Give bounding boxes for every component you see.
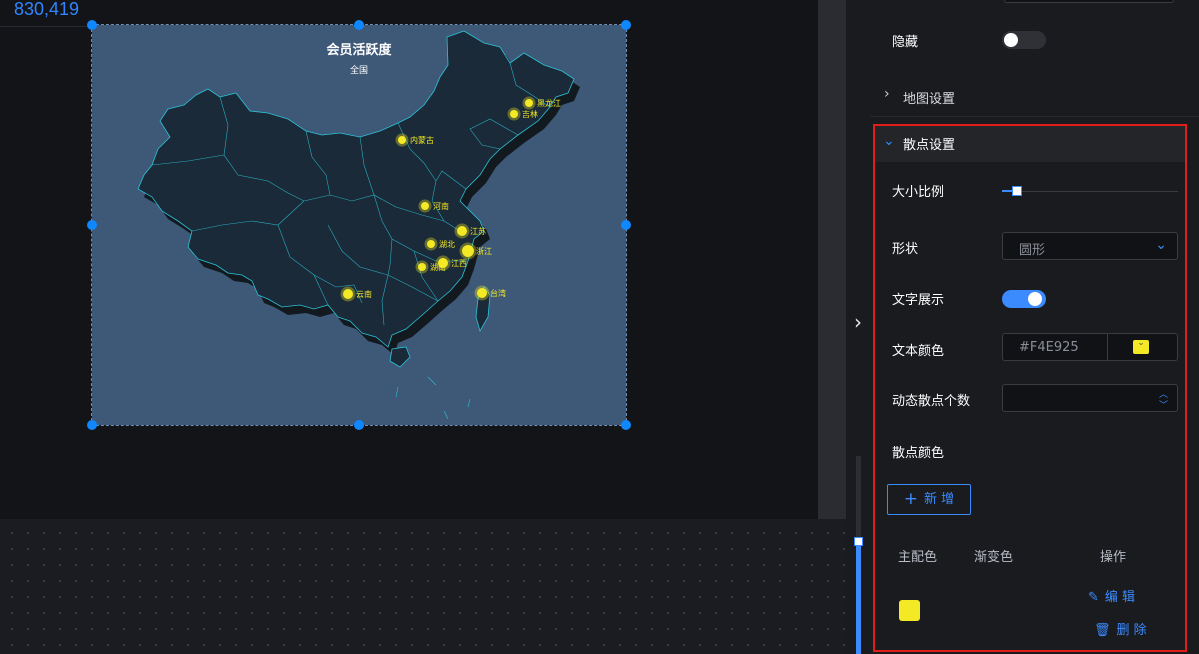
scatter-point[interactable] — [427, 240, 435, 248]
scatter-point-label: 江西 — [451, 259, 467, 268]
scatter-point-label: 湖北 — [439, 240, 455, 249]
scatter-point-label: 河南 — [433, 201, 449, 211]
zoom-slider-fill — [856, 546, 861, 654]
stage-scroll-gutter — [818, 0, 846, 519]
scatter-point[interactable] — [457, 226, 467, 236]
top-input-field[interactable] — [1004, 0, 1174, 3]
map-subtitle: 全国 — [349, 66, 368, 76]
chevron-right-icon: › — [884, 86, 890, 102]
china-map: 黑龙江吉林内蒙古河南江苏湖北浙江湖南 江西云南 台湾 — [137, 30, 580, 420]
scatter-point[interactable] — [343, 289, 353, 299]
scatter-point[interactable] — [418, 263, 426, 271]
highlight-box — [873, 124, 1187, 652]
scatter-point-label: 江苏 — [470, 226, 486, 236]
scatter-point[interactable] — [438, 258, 448, 268]
chevron-right-icon[interactable]: › — [846, 310, 870, 334]
resize-handle-bottom-right[interactable] — [621, 420, 631, 430]
hidden-toggle[interactable] — [1002, 31, 1046, 49]
scatter-point-label: 吉林 — [522, 109, 538, 119]
scatter-point[interactable] — [525, 99, 533, 107]
resize-handle-bottom-left[interactable] — [87, 420, 97, 430]
scatter-point-label: 浙江 — [476, 246, 492, 256]
scatter-point[interactable] — [421, 202, 429, 210]
scatter-point-label: 内蒙古 — [410, 135, 434, 145]
canvas-area: 830,419 黑龙江 吉林 内蒙古 河南 江苏 湖北 浙江 湖南 江西 云南 … — [0, 0, 846, 654]
scatter-point-label: 云南 — [356, 289, 372, 299]
canvas-dot-grid — [0, 519, 846, 654]
scatter-point-label: 台湾 — [490, 288, 506, 298]
map-widget[interactable]: 黑龙江 吉林 内蒙古 河南 江苏 湖北 浙江 湖南 江西 云南 台湾 会员活跃度 全国 — [91, 24, 627, 426]
settings-panel: 隐藏 › 地图设置 ⌄ 散点设置 大小比例 形状 圆形 ⌄ 文字展示 文本颜色 … — [870, 0, 1199, 654]
section-map-title: 地图设置 — [903, 92, 956, 107]
scatter-point[interactable] — [398, 136, 406, 144]
resize-handle-left[interactable] — [87, 220, 97, 230]
map-hainan — [389, 346, 411, 368]
resize-handle-top[interactable] — [354, 20, 364, 30]
section-map-settings[interactable]: › 地图设置 — [870, 76, 1199, 117]
scatter-point-label: 黑龙江 — [537, 98, 561, 108]
scatter-point[interactable] — [462, 245, 474, 257]
resize-handle-bottom[interactable] — [354, 420, 364, 430]
map-title: 会员活跃度 — [326, 43, 392, 58]
hidden-label: 隐藏 — [892, 35, 919, 50]
resize-handle-top-right[interactable] — [621, 20, 631, 30]
ruler-divider — [0, 26, 92, 27]
zoom-slider-thumb[interactable] — [854, 537, 863, 546]
cursor-coordinates: 830,419 — [14, 0, 80, 19]
resize-handle-top-left[interactable] — [87, 20, 97, 30]
resize-handle-right[interactable] — [621, 220, 631, 230]
south-sea-islands — [395, 376, 471, 420]
map-mainland — [137, 30, 575, 348]
scatter-point[interactable] — [510, 110, 518, 118]
scatter-point[interactable] — [477, 288, 487, 298]
